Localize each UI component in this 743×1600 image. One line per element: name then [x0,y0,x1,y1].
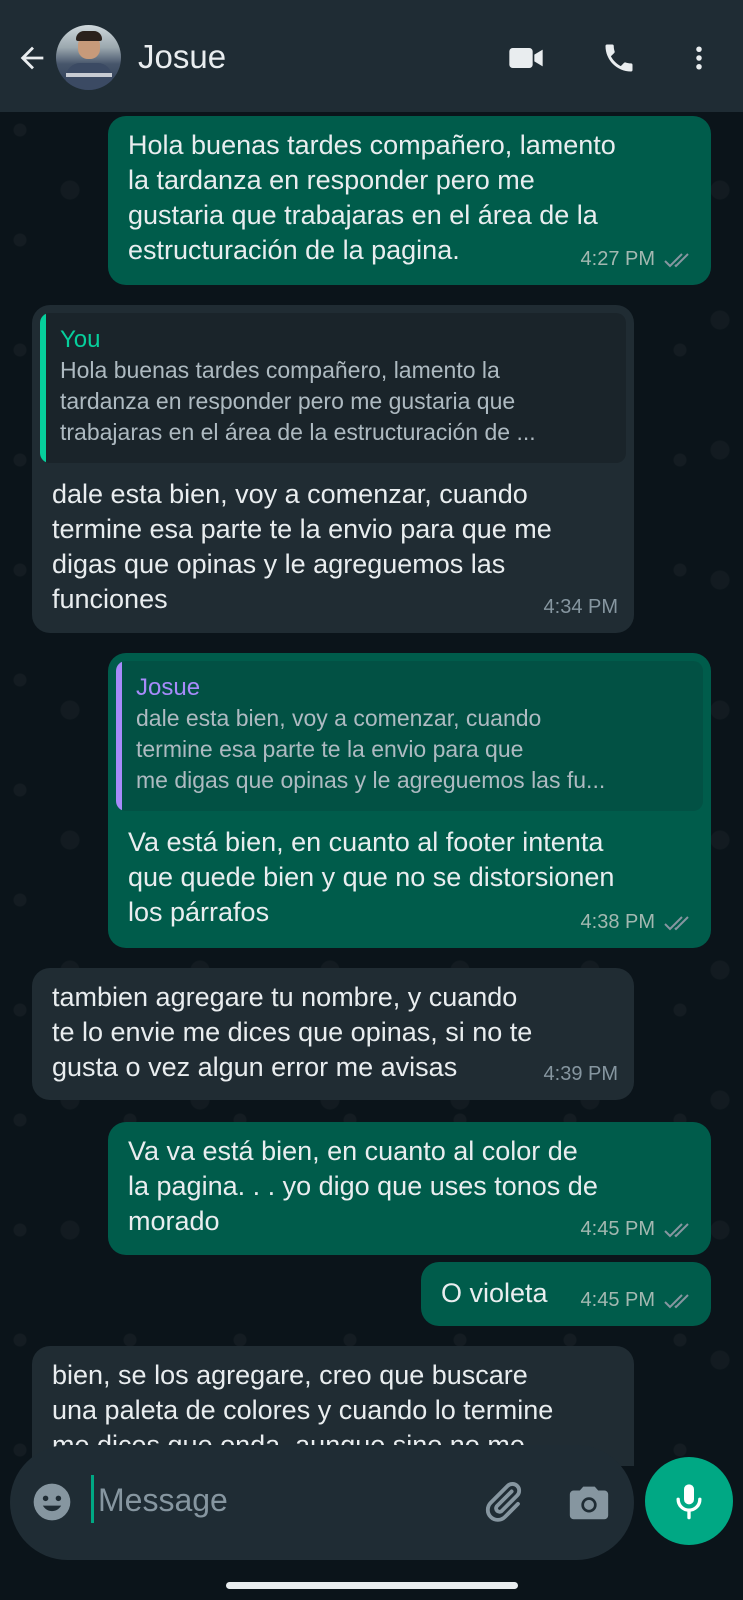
quoted-text: Hola buenas tardes compañero, lamento la… [60,357,536,445]
message-input[interactable] [96,1473,460,1527]
message-composer [10,1445,634,1560]
message-meta: 4:38 PM [581,905,695,940]
message-text: tambien agregare tu nombre, y cuando te … [52,982,533,1082]
message-text: dale esta bien, voy a comenzar, cuando t… [52,479,552,614]
message-text: Va va está bien, en cuanto al color de l… [128,1136,598,1236]
contact-avatar[interactable] [56,25,121,90]
message-meta: 4:45 PM [581,1283,695,1318]
emoji-icon[interactable] [30,1480,74,1524]
double-check-read-icon [664,915,689,930]
attach-icon[interactable] [480,1479,526,1525]
message-text: Va está bien, en cuanto al footer intent… [128,827,615,927]
double-check-read-icon [664,1222,689,1237]
message-time: 4:39 PM [543,1063,618,1085]
text-caret [91,1475,94,1523]
double-check-read-icon [664,252,689,267]
message-outgoing[interactable]: Va va está bien, en cuanto al color de l… [108,1122,711,1255]
back-button[interactable] [10,36,54,80]
message-outgoing[interactable]: O violeta 4:45 PM [421,1262,711,1326]
video-call-button[interactable] [504,36,548,80]
mic-icon [676,1484,702,1520]
message-time: 4:34 PM [543,596,618,618]
message-outgoing[interactable]: Hola buenas tardes compañero, lamento la… [108,116,711,285]
quoted-author: Josue [136,674,201,701]
voice-call-button[interactable] [597,36,641,80]
voice-call-icon [605,44,633,72]
message-meta: 4:39 PM [544,1057,618,1092]
message-incoming[interactable]: You Hola buenas tardes compañero, lament… [32,305,634,633]
video-call-icon [509,48,543,68]
message-incoming[interactable]: tambien agregare tu nombre, y cuando te … [32,968,634,1100]
quoted-author: You [60,326,101,353]
message-time: 4:27 PM [580,248,655,270]
quoted-message[interactable]: You Hola buenas tardes compañero, lament… [40,313,626,463]
double-check-read-icon [664,1293,689,1308]
more-options-button[interactable] [677,36,721,80]
back-arrow-icon [20,46,44,70]
contact-name[interactable]: Josue [138,38,226,76]
message-time: 4:45 PM [580,1289,655,1311]
more-vert-icon [696,46,702,70]
message-outgoing[interactable]: Josue dale esta bien, voy a comenzar, cu… [108,653,711,948]
message-meta: 4:27 PM [581,242,695,277]
message-time: 4:45 PM [580,1218,655,1240]
message-time: 4:38 PM [580,911,655,933]
message-meta: 4:34 PM [544,590,618,625]
message-meta: 4:45 PM [581,1212,695,1247]
quoted-message[interactable]: Josue dale esta bien, voy a comenzar, cu… [116,661,703,811]
message-text: O violeta [441,1278,548,1308]
message-text: Hola buenas tardes compañero, lamento la… [128,130,616,265]
home-indicator[interactable] [226,1582,518,1589]
voice-message-button[interactable] [645,1457,733,1545]
camera-icon[interactable] [566,1479,612,1525]
chat-header: Josue [0,0,743,112]
quoted-text: dale esta bien, voy a comenzar, cuando t… [136,705,606,793]
